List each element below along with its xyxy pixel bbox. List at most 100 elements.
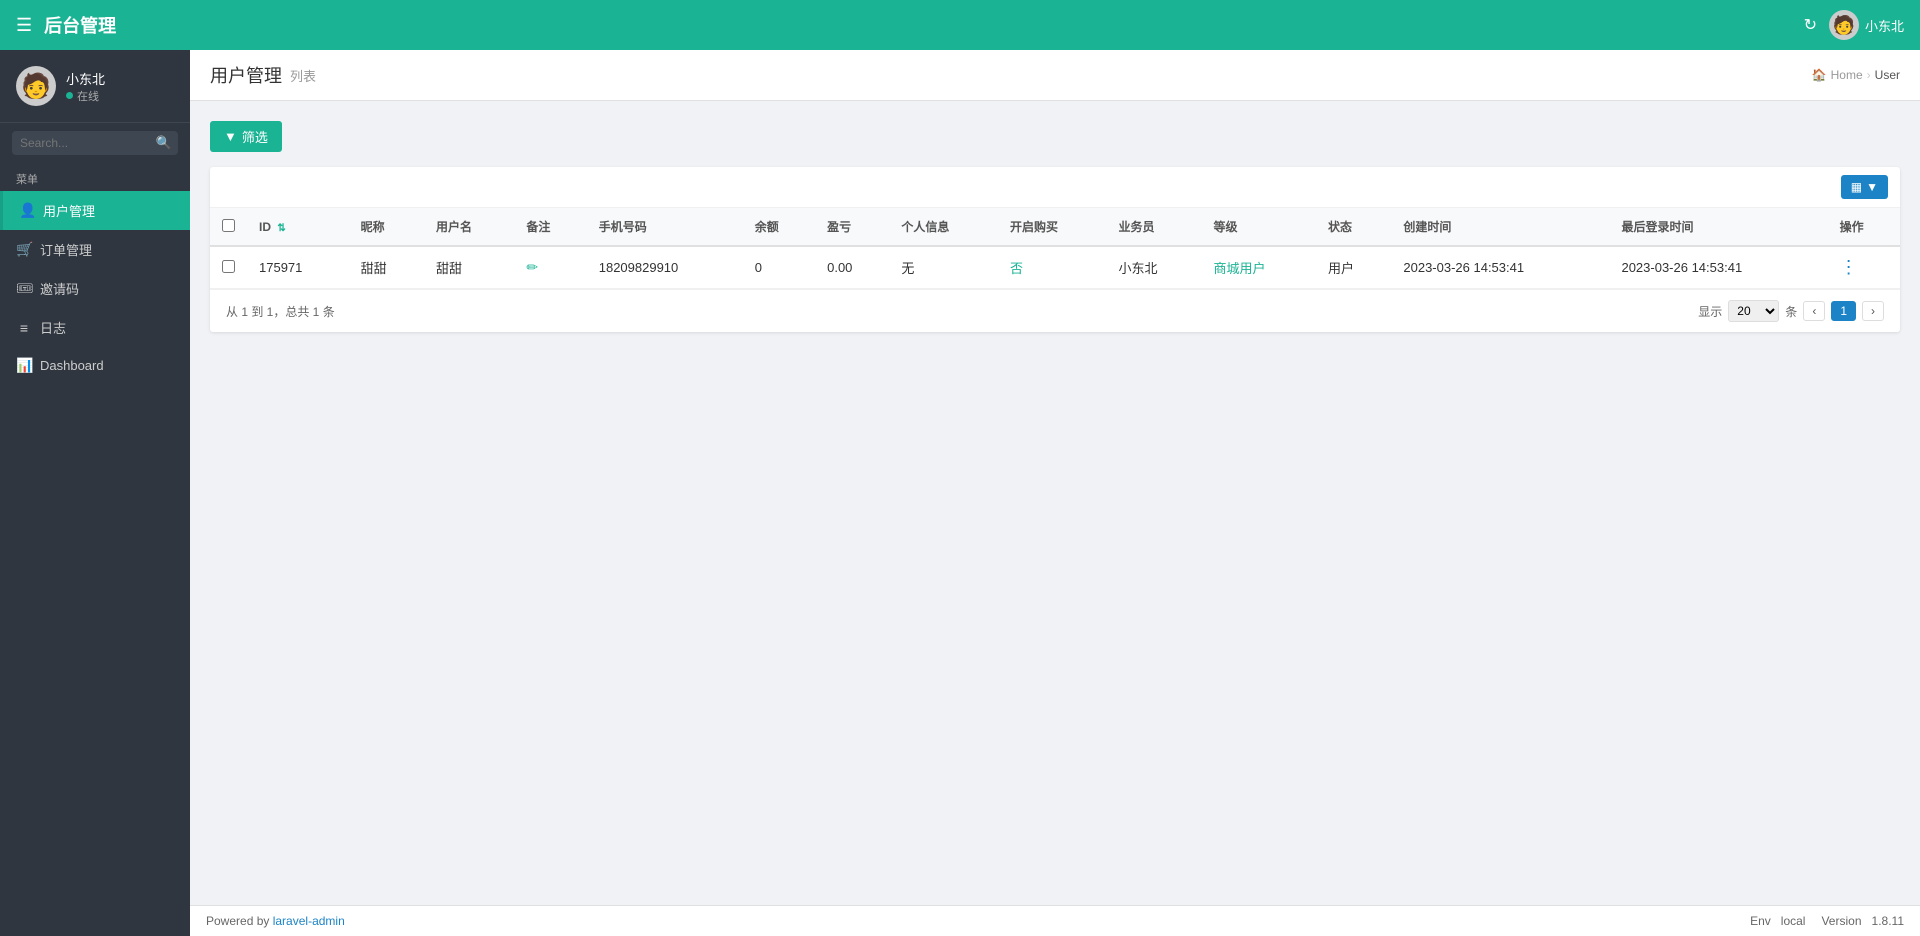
cell-phone: 18209829910	[587, 246, 743, 289]
refresh-icon[interactable]: ↻	[1804, 15, 1817, 35]
footer: Powered by laravel-admin Env local Versi…	[190, 905, 1920, 936]
table-toolbar: ▦ ▼	[210, 167, 1900, 208]
env-info: Env local	[1750, 914, 1805, 928]
col-id[interactable]: ID ⇅	[247, 208, 349, 246]
col-last-login: 最后登录时间	[1609, 208, 1827, 246]
invitation-code-icon: 🎟	[16, 280, 32, 297]
breadcrumb-current: User	[1875, 68, 1900, 82]
action-menu-button[interactable]: ⋮	[1840, 257, 1858, 278]
table-row: 175971 甜甜 甜甜 ✏ 18209829910 0 0.00 无 否 小东…	[210, 246, 1900, 289]
col-nickname: 昵称	[349, 208, 424, 246]
col-created-at: 创建时间	[1391, 208, 1609, 246]
pagination-info: 从 1 到 1，总共 1 条	[226, 303, 335, 320]
columns-dropdown-icon: ▼	[1866, 180, 1878, 194]
version-value: 1.8.11	[1872, 914, 1904, 928]
col-profit: 盈亏	[815, 208, 889, 246]
col-phone: 手机号码	[587, 208, 743, 246]
sort-icon-id: ⇅	[277, 223, 285, 234]
sidebar-item-log[interactable]: ≡ 日志	[0, 308, 190, 347]
edit-note-button[interactable]: ✏	[526, 259, 538, 276]
search-button[interactable]: 🔍	[156, 135, 172, 151]
app-title: 后台管理	[44, 12, 116, 38]
filter-button[interactable]: ▼ 筛选	[210, 121, 282, 152]
sidebar-item-user-management[interactable]: 👤 用户管理	[0, 191, 190, 230]
sidebar: 🧑 小东北 在线 🔍 菜单 👤 用户管理	[0, 50, 190, 936]
col-actions: 操作	[1828, 208, 1900, 246]
header-username: 小东北	[1865, 16, 1904, 35]
sidebar-search-area: 🔍	[0, 123, 190, 163]
col-level: 等级	[1201, 208, 1316, 246]
col-purchase: 开启购买	[998, 208, 1107, 246]
powered-by-text: Powered by	[206, 914, 269, 928]
col-salesman: 业务员	[1106, 208, 1201, 246]
order-management-icon: 🛒	[16, 241, 32, 258]
sidebar-item-label-order: 订单管理	[40, 240, 92, 259]
header-avatar: 🧑	[1829, 10, 1859, 40]
col-note: 备注	[514, 208, 586, 246]
env-label: Env	[1750, 914, 1771, 928]
prev-page-button[interactable]: ‹	[1803, 301, 1825, 321]
col-username: 用户名	[424, 208, 514, 246]
select-all-checkbox[interactable]	[222, 219, 235, 232]
user-management-icon: 👤	[19, 202, 35, 219]
level-link[interactable]: 商城用户	[1213, 261, 1265, 276]
version-label: Version	[1821, 914, 1861, 928]
sidebar-item-label-user: 用户管理	[43, 201, 95, 220]
filter-button-label: 筛选	[242, 127, 268, 146]
dashboard-icon: 📊	[16, 357, 32, 374]
menu-toggle-icon[interactable]: ☰	[16, 15, 32, 36]
cell-actions[interactable]: ⋮	[1828, 246, 1900, 289]
purchase-toggle-link[interactable]: 否	[1010, 261, 1023, 276]
sidebar-item-invitation-code[interactable]: 🎟 邀请码	[0, 269, 190, 308]
cell-personal-info: 无	[889, 246, 998, 289]
breadcrumb-separator: ›	[1867, 68, 1871, 82]
cell-username: 甜甜	[424, 246, 514, 289]
cell-id: 175971	[247, 246, 349, 289]
pagination-bar: 从 1 到 1，总共 1 条 显示 20 50 100 条 ‹ 1 ›	[210, 289, 1900, 332]
header-user-info[interactable]: 🧑 小东北	[1829, 10, 1904, 40]
cell-profit: 0.00	[815, 246, 889, 289]
data-table: ID ⇅ 昵称 用户名 备注 手机号码 余额 盈亏 个人信息 开启购买 业务员	[210, 208, 1900, 289]
page-header: 用户管理 列表 🏠 Home › User	[190, 50, 1920, 101]
col-balance: 余额	[743, 208, 815, 246]
columns-button[interactable]: ▦ ▼	[1841, 175, 1888, 199]
sidebar-item-order-management[interactable]: 🛒 订单管理	[0, 230, 190, 269]
search-input[interactable]	[12, 131, 178, 155]
sidebar-item-dashboard[interactable]: 📊 Dashboard	[0, 347, 190, 384]
log-icon: ≡	[16, 320, 32, 336]
cell-salesman: 小东北	[1106, 246, 1201, 289]
status-dot-icon	[66, 92, 73, 99]
cell-purchase[interactable]: 否	[998, 246, 1107, 289]
sidebar-user-section: 🧑 小东北 在线	[0, 50, 190, 123]
laravel-admin-link[interactable]: laravel-admin	[273, 914, 345, 928]
sidebar-item-label-log: 日志	[40, 318, 66, 337]
row-checkbox[interactable]	[222, 260, 235, 273]
per-page-unit: 条	[1785, 303, 1797, 320]
sidebar-item-label-dashboard: Dashboard	[40, 358, 104, 373]
menu-label: 菜单	[0, 163, 190, 191]
home-icon: 🏠	[1812, 68, 1827, 82]
cell-created-at: 2023-03-26 14:53:41	[1391, 246, 1609, 289]
footer-right: Env local Version 1.8.11	[1750, 914, 1904, 928]
breadcrumb-home[interactable]: Home	[1831, 68, 1863, 82]
footer-left: Powered by laravel-admin	[206, 914, 345, 928]
filter-bar: ▼ 筛选	[210, 121, 1900, 152]
breadcrumb: 🏠 Home › User	[1812, 68, 1900, 82]
cell-balance: 0	[743, 246, 815, 289]
version-info: Version 1.8.11	[1821, 914, 1904, 928]
pagination-controls: 显示 20 50 100 条 ‹ 1 ›	[1698, 300, 1884, 322]
cell-note[interactable]: ✏	[514, 246, 586, 289]
per-page-select[interactable]: 20 50 100	[1728, 300, 1779, 322]
col-status: 状态	[1316, 208, 1391, 246]
filter-icon: ▼	[224, 129, 237, 144]
cell-last-login: 2023-03-26 14:53:41	[1609, 246, 1827, 289]
columns-icon: ▦	[1851, 180, 1862, 194]
sidebar-username: 小东北	[66, 69, 105, 88]
current-page-button[interactable]: 1	[1831, 301, 1856, 321]
next-page-button[interactable]: ›	[1862, 301, 1884, 321]
sidebar-status-text: 在线	[77, 88, 99, 104]
cell-nickname: 甜甜	[349, 246, 424, 289]
sidebar-avatar: 🧑	[16, 66, 56, 106]
cell-level[interactable]: 商城用户	[1201, 246, 1316, 289]
col-personal-info: 个人信息	[889, 208, 998, 246]
